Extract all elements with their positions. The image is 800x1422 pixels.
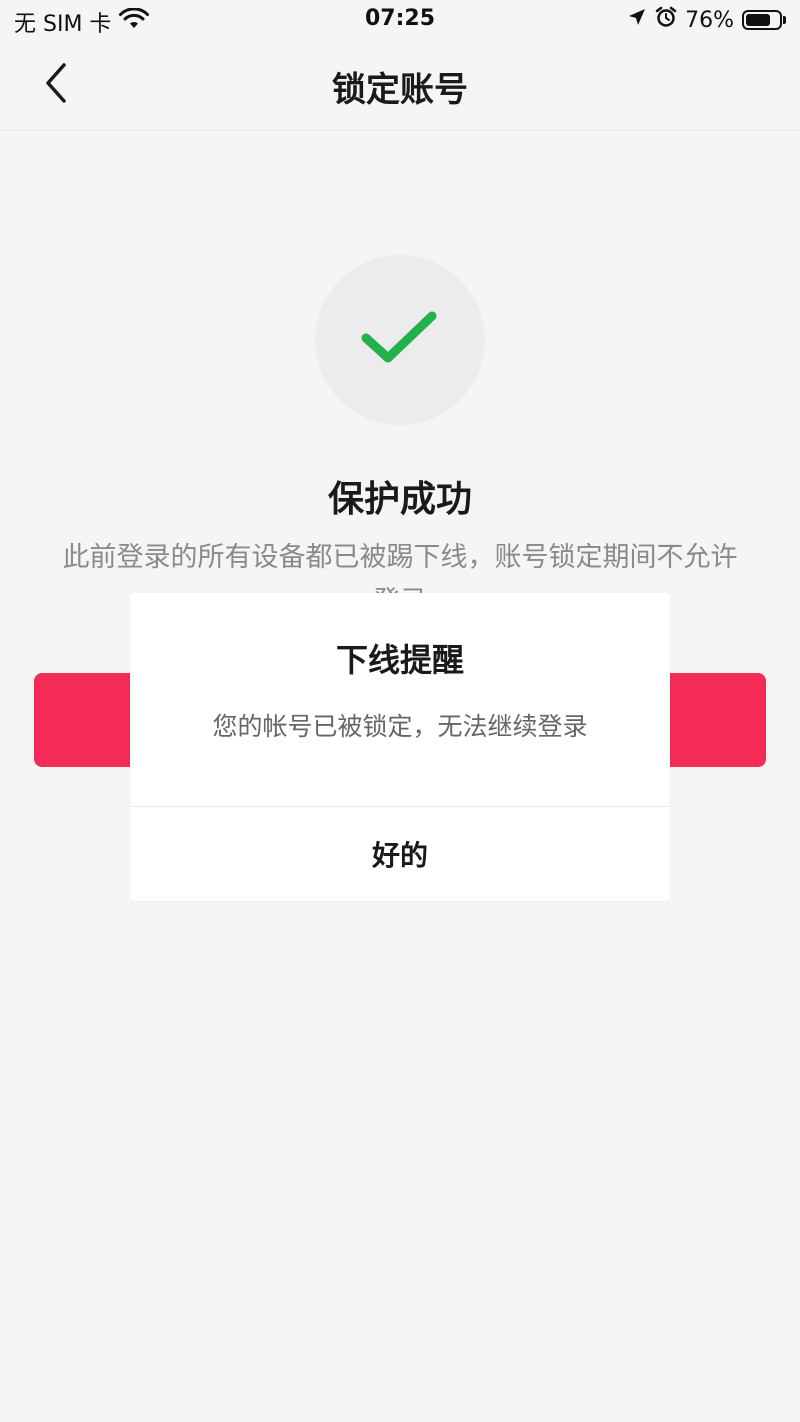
alarm-icon	[655, 6, 677, 34]
dialog-message: 您的帐号已被锁定，无法继续登录	[212, 712, 588, 741]
battery-icon	[742, 10, 782, 30]
battery-tip	[783, 16, 786, 24]
dialog-ok-button[interactable]: 好的	[130, 807, 670, 901]
success-title: 保护成功	[327, 479, 472, 520]
location-arrow-icon	[627, 7, 647, 33]
nav-bar: 锁定账号	[0, 40, 800, 131]
page-title: 锁定账号	[332, 70, 468, 110]
status-right: 76%	[627, 6, 786, 34]
battery-level-fill	[746, 14, 771, 26]
logout-alert-dialog: 下线提醒 您的帐号已被锁定，无法继续登录 好的	[130, 593, 670, 901]
battery-percent: 76%	[685, 7, 734, 33]
dialog-title: 下线提醒	[335, 641, 464, 679]
status-bar: 无 SIM 卡 07:25 76%	[0, 0, 800, 40]
success-icon-circle	[315, 255, 485, 425]
screen: 无 SIM 卡 07:25 76% 锁定账号 保护成功 此前登录的所有设备都已被…	[0, 0, 800, 1422]
checkmark-icon	[360, 308, 440, 372]
